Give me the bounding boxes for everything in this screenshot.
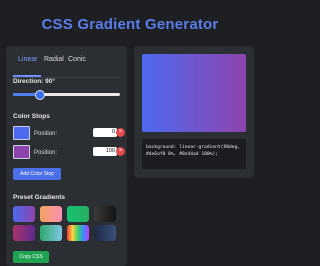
position-label: Position:: [34, 131, 58, 137]
gradient-preview: [142, 54, 246, 132]
controls-panel: Linear Radial Conic Direction: 90° Color…: [6, 46, 127, 266]
color-swatch[interactable]: [13, 145, 30, 159]
position-input[interactable]: 100: [93, 147, 117, 156]
preset-gradient-swatch[interactable]: [94, 225, 116, 241]
remove-stop-button[interactable]: ×: [116, 128, 125, 137]
preset-gradient-swatch[interactable]: [40, 206, 62, 222]
preset-gradient-swatch[interactable]: [67, 225, 89, 241]
add-color-stop-button[interactable]: Add Color Stop: [13, 168, 61, 180]
output-panel: background: linear-gradient(90deg,#4e6af…: [134, 46, 254, 178]
preset-gradient-swatch[interactable]: [13, 206, 35, 222]
color-swatch[interactable]: [13, 126, 30, 140]
preset-gradient-swatch[interactable]: [94, 206, 116, 222]
css-code-output[interactable]: background: linear-gradient(90deg,#4e6af…: [142, 139, 246, 169]
page-title: CSS Gradient Generator: [41, 16, 219, 33]
preset-gradients-label: Preset Gradients: [13, 194, 66, 201]
preset-gradient-swatch[interactable]: [13, 225, 35, 241]
direction-label: Direction: 90°: [13, 78, 55, 85]
gradient-type-tabs: Linear Radial Conic: [6, 56, 127, 78]
tab-linear[interactable]: Linear: [18, 56, 37, 63]
color-stop-row: Position: 0 ×: [13, 126, 125, 142]
preset-gradient-swatch[interactable]: [67, 206, 89, 222]
remove-stop-button[interactable]: ×: [116, 147, 125, 156]
preset-gradient-swatch[interactable]: [40, 225, 62, 241]
tab-conic[interactable]: Conic: [68, 56, 86, 63]
position-label: Position:: [34, 150, 58, 156]
direction-slider-thumb[interactable]: [34, 90, 45, 100]
direction-slider[interactable]: [13, 90, 120, 100]
copy-css-button[interactable]: Copy CSS: [13, 251, 49, 263]
color-stop-row: Position: 100 ×: [13, 145, 125, 161]
position-input[interactable]: 0: [93, 128, 117, 137]
tab-radial[interactable]: Radial: [44, 56, 64, 63]
color-stops-label: Color Stops: [13, 113, 50, 120]
